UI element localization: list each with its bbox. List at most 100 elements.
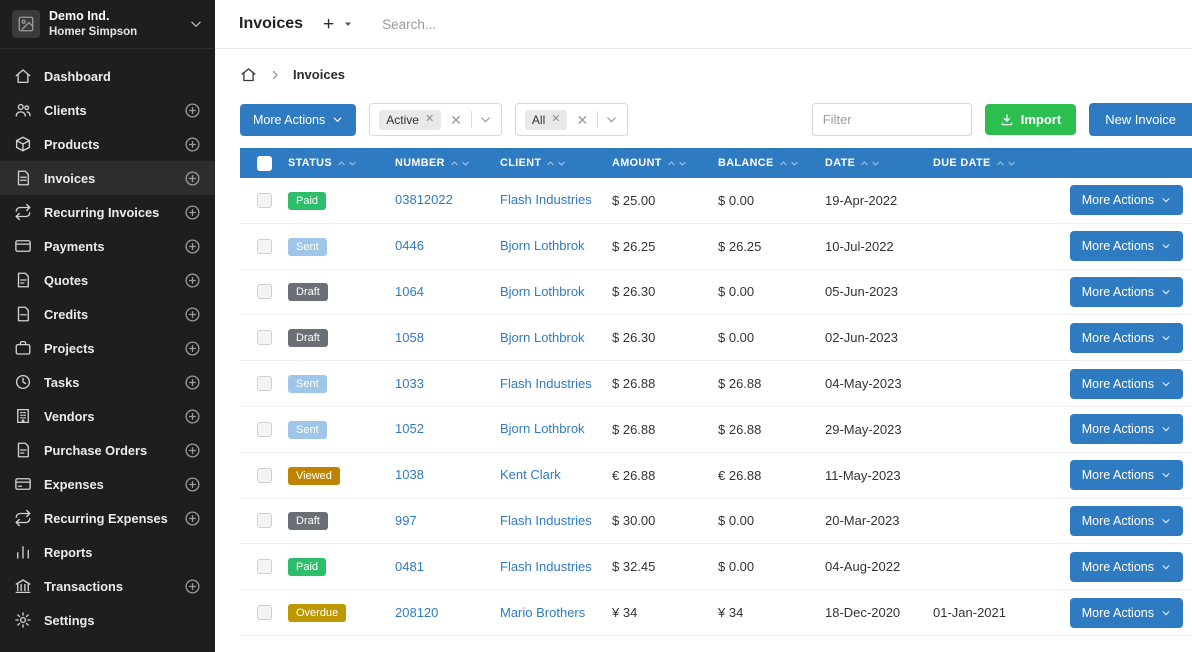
client-link[interactable]: Flash Industries bbox=[500, 376, 592, 391]
row-more-actions-button[interactable]: More Actions bbox=[1070, 598, 1183, 628]
add-circle-icon[interactable] bbox=[184, 272, 201, 289]
client-link[interactable]: Flash Industries bbox=[500, 559, 592, 574]
row-more-actions-button[interactable]: More Actions bbox=[1070, 460, 1183, 490]
new-invoice-button[interactable]: New Invoice bbox=[1089, 103, 1192, 136]
add-circle-icon[interactable] bbox=[184, 238, 201, 255]
row-more-actions-button[interactable]: More Actions bbox=[1070, 552, 1183, 582]
sidebar-item-settings[interactable]: Settings bbox=[0, 603, 215, 637]
add-circle-icon[interactable] bbox=[184, 442, 201, 459]
invoice-number-link[interactable]: 1033 bbox=[395, 376, 424, 391]
invoice-number-link[interactable]: 03812022 bbox=[395, 192, 453, 207]
import-button[interactable]: Import bbox=[985, 104, 1076, 135]
row-checkbox[interactable] bbox=[257, 559, 272, 574]
invoice-number-link[interactable]: 1052 bbox=[395, 421, 424, 436]
row-checkbox[interactable] bbox=[257, 422, 272, 437]
add-circle-icon[interactable] bbox=[184, 374, 201, 391]
add-circle-icon[interactable] bbox=[184, 306, 201, 323]
row-checkbox[interactable] bbox=[257, 513, 272, 528]
chevron-down-icon[interactable] bbox=[479, 113, 492, 126]
sidebar-item-tasks[interactable]: Tasks bbox=[0, 365, 215, 399]
filter-chip-all[interactable]: All ✕ bbox=[525, 110, 568, 130]
invoice-number-link[interactable]: 0481 bbox=[395, 559, 424, 574]
column-header-date[interactable]: DATE bbox=[825, 157, 933, 169]
sidebar-item-projects[interactable]: Projects bbox=[0, 331, 215, 365]
row-checkbox[interactable] bbox=[257, 284, 272, 299]
sidebar-item-clients[interactable]: Clients bbox=[0, 93, 215, 127]
sidebar-item-expenses[interactable]: Expenses bbox=[0, 467, 215, 501]
sidebar-item-products[interactable]: Products bbox=[0, 127, 215, 161]
sidebar-item-dashboard[interactable]: Dashboard bbox=[0, 59, 215, 93]
chevron-down-icon[interactable] bbox=[605, 113, 618, 126]
invoice-number-link[interactable]: 0446 bbox=[395, 238, 424, 253]
clear-filter-icon[interactable]: ✕ bbox=[448, 113, 464, 127]
row-more-actions-button[interactable]: More Actions bbox=[1070, 185, 1183, 215]
sidebar-item-vendors[interactable]: Vendors bbox=[0, 399, 215, 433]
add-circle-icon[interactable] bbox=[184, 510, 201, 527]
filter-input[interactable] bbox=[812, 103, 972, 136]
sidebar-item-transactions[interactable]: Transactions bbox=[0, 569, 215, 603]
client-link[interactable]: Bjorn Lothbrok bbox=[500, 284, 585, 299]
chip-remove-icon[interactable]: ✕ bbox=[551, 114, 560, 125]
column-header-balance[interactable]: BALANCE bbox=[718, 157, 825, 169]
client-link[interactable]: Bjorn Lothbrok bbox=[500, 330, 585, 345]
row-checkbox[interactable] bbox=[257, 239, 272, 254]
add-circle-icon[interactable] bbox=[184, 408, 201, 425]
add-circle-icon[interactable] bbox=[184, 136, 201, 153]
select-all-checkbox[interactable] bbox=[257, 156, 272, 171]
client-link[interactable]: Bjorn Lothbrok bbox=[500, 421, 585, 436]
column-header-client[interactable]: CLIENT bbox=[500, 157, 612, 169]
invoice-number-link[interactable]: 1058 bbox=[395, 330, 424, 345]
client-link[interactable]: Bjorn Lothbrok bbox=[500, 238, 585, 253]
client-link[interactable]: Mario Brothers bbox=[500, 605, 585, 620]
row-more-actions-button[interactable]: More Actions bbox=[1070, 369, 1183, 399]
bulk-more-actions-button[interactable]: More Actions bbox=[240, 104, 356, 136]
company-logo bbox=[12, 10, 40, 38]
sidebar-item-payments[interactable]: Payments bbox=[0, 229, 215, 263]
row-more-actions-button[interactable]: More Actions bbox=[1070, 277, 1183, 307]
company-switcher[interactable]: Demo Ind. Homer Simpson bbox=[0, 0, 215, 49]
add-circle-icon[interactable] bbox=[184, 170, 201, 187]
divider bbox=[471, 111, 472, 128]
row-more-actions-button[interactable]: More Actions bbox=[1070, 323, 1183, 353]
add-circle-icon[interactable] bbox=[184, 476, 201, 493]
sidebar-item-invoices[interactable]: Invoices bbox=[0, 161, 215, 195]
client-link[interactable]: Flash Industries bbox=[500, 513, 592, 528]
sidebar-item-credits[interactable]: Credits bbox=[0, 297, 215, 331]
column-header-due-date[interactable]: DUE DATE bbox=[933, 157, 1046, 169]
sidebar-item-recurring-invoices[interactable]: Recurring Invoices bbox=[0, 195, 215, 229]
invoice-number-link[interactable]: 1038 bbox=[395, 467, 424, 482]
balance-value: $ 26.88 bbox=[718, 422, 825, 437]
row-more-actions-button[interactable]: More Actions bbox=[1070, 506, 1183, 536]
search-input[interactable] bbox=[382, 17, 702, 32]
add-circle-icon[interactable] bbox=[184, 204, 201, 221]
column-header-status[interactable]: STATUS bbox=[288, 157, 395, 169]
invoice-number-link[interactable]: 997 bbox=[395, 513, 417, 528]
add-circle-icon[interactable] bbox=[184, 578, 201, 595]
sidebar-item-purchase-orders[interactable]: Purchase Orders bbox=[0, 433, 215, 467]
sidebar-item-reports[interactable]: Reports bbox=[0, 535, 215, 569]
row-checkbox[interactable] bbox=[257, 376, 272, 391]
row-more-actions-button[interactable]: More Actions bbox=[1070, 414, 1183, 444]
balance-value: $ 0.00 bbox=[718, 559, 825, 574]
row-checkbox[interactable] bbox=[257, 605, 272, 620]
sidebar-item-recurring-expenses[interactable]: Recurring Expenses bbox=[0, 501, 215, 535]
row-more-actions-button[interactable]: More Actions bbox=[1070, 231, 1183, 261]
row-checkbox[interactable] bbox=[257, 193, 272, 208]
invoice-number-link[interactable]: 208120 bbox=[395, 605, 438, 620]
row-checkbox[interactable] bbox=[257, 468, 272, 483]
chip-remove-icon[interactable]: ✕ bbox=[425, 114, 434, 125]
client-link[interactable]: Kent Clark bbox=[500, 467, 561, 482]
add-circle-icon[interactable] bbox=[184, 340, 201, 357]
quick-add-caret-icon[interactable] bbox=[340, 16, 356, 32]
add-circle-icon[interactable] bbox=[184, 102, 201, 119]
home-icon[interactable] bbox=[240, 66, 257, 83]
client-link[interactable]: Flash Industries bbox=[500, 192, 592, 207]
filter-chip-active[interactable]: Active ✕ bbox=[379, 110, 441, 130]
row-checkbox[interactable] bbox=[257, 330, 272, 345]
column-header-amount[interactable]: AMOUNT bbox=[612, 157, 718, 169]
column-header-number[interactable]: NUMBER bbox=[395, 157, 500, 169]
clear-filter-icon[interactable]: ✕ bbox=[574, 113, 590, 127]
quick-add-button[interactable]: + bbox=[319, 13, 338, 36]
invoice-number-link[interactable]: 1064 bbox=[395, 284, 424, 299]
sidebar-item-quotes[interactable]: Quotes bbox=[0, 263, 215, 297]
